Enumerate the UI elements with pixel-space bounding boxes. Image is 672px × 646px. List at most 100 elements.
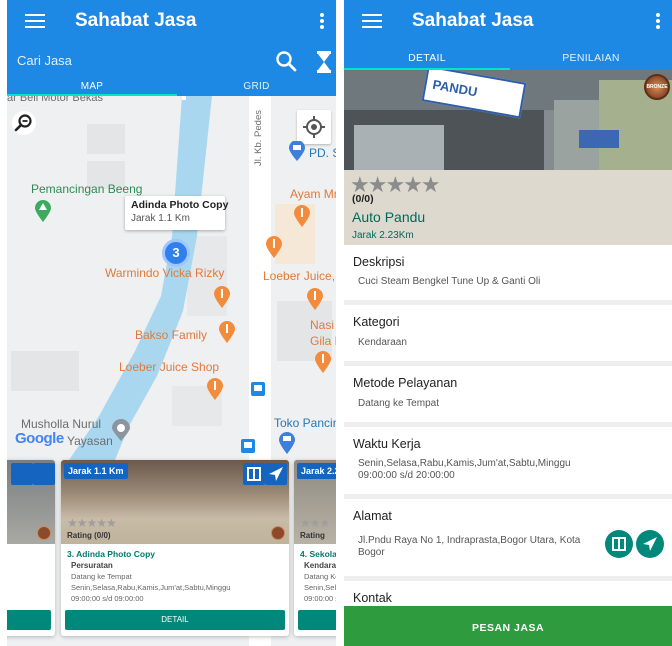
card-star-rating: ★★★★★ (67, 516, 117, 530)
card-distance-badge: Jarak 1.1 Km (64, 463, 128, 479)
map-label-toko: Toko Pancin (274, 416, 336, 430)
card-badge-icon (271, 526, 285, 540)
card-work-hours: 09:00:00 s/d (304, 594, 336, 603)
map-label-bakso: Bakso Family (135, 328, 208, 342)
map-screen: Sahabat Jasa Cari Jasa MAP GRID ar Beli … (7, 0, 336, 646)
card-map-button[interactable] (243, 463, 265, 485)
alamat-line-2: Bogor (358, 547, 385, 558)
card-navigate-button[interactable] (33, 463, 55, 485)
google-logo: Google (15, 430, 64, 447)
search-bar[interactable]: Cari Jasa (7, 42, 336, 78)
detail-tabs: DETAIL PENILAIAN (344, 42, 672, 70)
service-photo: PANDU BRONZE ★★★★★ (0/0) Auto Pandu Jara… (344, 70, 672, 245)
map-label-loeber-juice: Loeber Juice, C (263, 269, 336, 283)
card-title: 3. Adinda Photo Copy (67, 549, 155, 559)
card-service-method: Datang ke Tempat (71, 572, 132, 581)
service-distance: Jarak 2.23Km (352, 230, 414, 241)
section-title: Waktu Kerja (353, 437, 421, 451)
map-book-icon (612, 537, 626, 551)
map-label-pd-s: PD. S (309, 146, 336, 160)
menu-icon[interactable] (362, 14, 382, 28)
more-options-icon[interactable] (656, 13, 660, 29)
service-rating-text: (0/0) (352, 193, 374, 205)
section-value: Jl.Pndu Raya No 1, Indraprasta,Bogor Uta… (358, 535, 580, 559)
search-icon[interactable] (275, 50, 297, 72)
section-deskripsi: Deskripsi Cuci Steam Bengkel Tune Up & G… (344, 245, 672, 305)
map-marker-callout[interactable]: Adinda Photo Copy Jarak 1.1 Km (125, 196, 229, 230)
card-detail-button-partial[interactable] (7, 610, 51, 630)
service-card-partial-left[interactable] (7, 460, 55, 636)
card-navigate-button[interactable] (265, 463, 287, 485)
mosque-pin-icon (112, 419, 130, 441)
section-waktu-kerja: Waktu Kerja Senin,Selasa,Rabu,Kamis,Jum'… (344, 427, 672, 499)
card-star-rating: ★★★ (300, 516, 330, 530)
card-work-days: Senin,Selas (304, 583, 336, 592)
food-pin-icon (315, 351, 331, 373)
card-distance-badge: Jarak 2.22 (297, 463, 336, 479)
section-title: Kontak (353, 591, 392, 605)
deskripsi-text: Cuci Steam Bengkel Tune Up & Ganti Oli (358, 276, 541, 287)
waktu-hours: 09:00:00 s/d 20:00:00 (358, 470, 455, 481)
order-service-button[interactable]: PESAN JASA (344, 606, 672, 646)
app-title: Sahabat Jasa (412, 10, 534, 31)
waktu-days: Senin,Selasa,Rabu,Kamis,Jum'at,Sabtu,Min… (358, 458, 571, 469)
section-value: Kendaraan (358, 337, 407, 349)
tab-detail[interactable]: DETAIL (344, 42, 510, 70)
navigate-button[interactable] (636, 530, 664, 558)
service-card-partial-right[interactable]: Jarak 2.22 ★★★ Rating 4. Sekolah Kendara… (294, 460, 336, 636)
card-map-button[interactable] (11, 463, 33, 485)
bronze-badge-icon: BRONZE (644, 74, 670, 100)
section-title: Metode Pelayanan (353, 376, 458, 390)
service-name: Auto Pandu (352, 209, 426, 225)
card-category: Kendaraan (304, 561, 336, 570)
section-title: Deskripsi (353, 255, 405, 269)
card-title: 4. Sekolah (300, 549, 336, 559)
bus-stop-icon (251, 382, 265, 396)
map-label-gila: Gila M (310, 334, 336, 348)
app-bar: Sahabat Jasa (7, 0, 336, 42)
card-work-hours: 09:00:00 s/d 09:00:00 (71, 594, 144, 603)
tab-grid[interactable]: GRID (177, 78, 336, 96)
map-label-top-street: ar Beli Motor Bekas (7, 96, 103, 104)
card-badge-icon (37, 526, 51, 540)
food-pin-icon (214, 286, 230, 308)
store-pin-icon (289, 141, 305, 161)
callout-title: Adinda Photo Copy (131, 199, 229, 211)
kategori-text: Kendaraan (358, 337, 407, 348)
menu-icon[interactable] (25, 14, 45, 28)
open-map-button[interactable] (605, 530, 633, 558)
app-title: Sahabat Jasa (75, 10, 197, 31)
search-input[interactable]: Cari Jasa (17, 53, 72, 68)
park-pin-icon (35, 200, 51, 222)
navigation-arrow-icon (269, 467, 283, 481)
service-card[interactable]: Jarak 1.1 Km ★★★★★ Rating (0/0) 3. Adind… (61, 460, 289, 636)
google-logo-text: Google (15, 430, 64, 447)
zoom-out-icon[interactable] (11, 110, 37, 136)
food-pin-icon (219, 321, 235, 343)
hourglass-icon[interactable] (316, 51, 332, 73)
map-label-yayasan: Yayasan (67, 434, 113, 448)
map-label-warmindo: Warmindo Vicka Rizky (105, 266, 225, 280)
card-detail-button[interactable]: DETAIL (65, 610, 285, 630)
section-alamat: Alamat Jl.Pndu Raya No 1, Indraprasta,Bo… (344, 499, 672, 581)
map-label-pemancingan: Pemancingan Beeng (31, 182, 143, 196)
map-label-loeber-shop: Loeber Juice Shop (119, 360, 220, 374)
card-category: Persuratan (71, 561, 113, 570)
section-value: Senin,Selasa,Rabu,Kamis,Jum'at,Sabtu,Min… (358, 458, 571, 482)
tab-penilaian[interactable]: PENILAIAN (510, 42, 672, 70)
section-kategori: Kategori Kendaraan (344, 305, 672, 366)
metode-text: Datang ke Tempat (358, 398, 439, 409)
my-location-button[interactable] (297, 110, 331, 144)
map-cluster-marker[interactable]: 3 (162, 239, 190, 267)
section-title: Alamat (353, 509, 392, 523)
map-view[interactable]: ar Beli Motor Bekas Jl. Kb. Pedes PD. S … (7, 96, 336, 646)
more-options-icon[interactable] (320, 13, 324, 29)
card-rating-text: Rating (300, 531, 325, 540)
section-metode: Metode Pelayanan Datang ke Tempat (344, 366, 672, 427)
map-book-icon (247, 467, 261, 481)
map-label-nasi: Nasi G (310, 318, 336, 332)
alamat-line-1: Jl.Pndu Raya No 1, Indraprasta,Bogor Uta… (358, 535, 581, 546)
food-pin-icon (294, 205, 310, 227)
card-detail-button-partial[interactable] (298, 610, 336, 630)
detail-screen: Sahabat Jasa DETAIL PENILAIAN PANDU BRON… (344, 0, 672, 646)
